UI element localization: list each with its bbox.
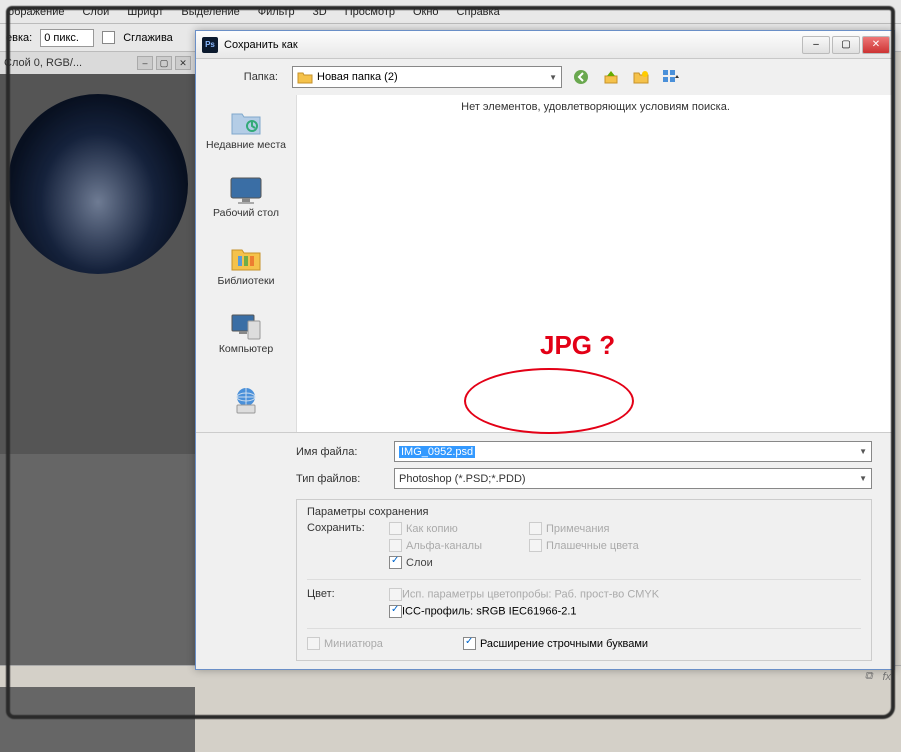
network-icon <box>228 384 264 416</box>
back-button[interactable] <box>570 66 592 88</box>
document-title: Слой 0, RGB/... <box>4 57 82 69</box>
filetype-combo[interactable]: Photoshop (*.PSD;*.PDD) ▼ <box>394 468 872 489</box>
dialog-bottom-panel: Имя файла: IMG_0952.psd ▼ Тип файлов: Ph… <box>196 432 894 669</box>
recent-icon <box>228 106 264 138</box>
libraries-icon <box>228 242 264 274</box>
file-listing[interactable]: Нет элементов, удовлетворяющих условиям … <box>296 95 894 432</box>
color-section-label: Цвет: <box>307 588 377 618</box>
new-folder-button[interactable] <box>630 66 652 88</box>
place-computer[interactable]: Компьютер <box>203 303 289 363</box>
menu-filter[interactable]: Фильтр <box>258 6 295 18</box>
fx-label: fx <box>882 671 891 683</box>
feather-input[interactable] <box>40 29 94 47</box>
antialias-checkbox[interactable] <box>102 31 115 44</box>
menu-bar: ображение Слои Шрифт Выделение Фильтр 3D… <box>0 0 901 24</box>
dialog-maximize-button[interactable]: ▢ <box>832 36 860 54</box>
computer-icon <box>228 310 264 342</box>
photoshop-icon: Ps <box>202 37 218 53</box>
chevron-down-icon: ▼ <box>549 73 557 82</box>
folder-icon <box>297 70 313 84</box>
lowercase-ext-option[interactable]: Расширение строчными буквами <box>463 637 648 650</box>
menu-window[interactable]: Окно <box>413 6 439 18</box>
desktop-icon <box>228 174 264 206</box>
doc-maximize-button[interactable]: ▢ <box>156 56 172 70</box>
filename-value: IMG_0952.psd <box>399 446 475 458</box>
menu-help[interactable]: Справка <box>457 6 500 18</box>
dialog-close-button[interactable]: ✕ <box>862 36 890 54</box>
filename-label: Имя файла: <box>296 446 386 458</box>
doc-close-button[interactable]: ✕ <box>175 56 191 70</box>
doc-minimize-button[interactable]: ‒ <box>137 56 153 70</box>
dialog-titlebar[interactable]: Ps Сохранить как ‒ ▢ ✕ <box>196 31 894 59</box>
save-section-label: Сохранить: <box>307 522 377 569</box>
place-recent[interactable]: Недавние места <box>203 99 289 159</box>
document-canvas[interactable] <box>0 74 195 454</box>
menu-layers[interactable]: Слои <box>82 6 109 18</box>
thumbnail-option: Миниатюра <box>307 637 383 650</box>
save-options-heading: Параметры сохранения <box>307 506 861 518</box>
as-copy-option: Как копию <box>389 522 509 535</box>
view-menu-button[interactable] <box>660 66 682 88</box>
place-network[interactable] <box>203 371 289 431</box>
proof-option: Исп. параметры цветопробы: Раб. прост-во… <box>389 588 659 601</box>
layers-option[interactable]: Слои <box>389 556 509 569</box>
place-desktop[interactable]: Рабочий стол <box>203 167 289 227</box>
menu-view[interactable]: Просмотр <box>345 6 395 18</box>
menu-image[interactable]: ображение <box>8 6 64 18</box>
save-options-group: Параметры сохранения Сохранить: Как копи… <box>296 499 872 661</box>
feather-label: евка: <box>6 32 32 44</box>
place-libraries[interactable]: Библиотеки <box>203 235 289 295</box>
dialog-minimize-button[interactable]: ‒ <box>802 36 830 54</box>
menu-3d[interactable]: 3D <box>313 6 327 18</box>
alpha-option: Альфа-каналы <box>389 539 509 552</box>
document-titlebar: Слой 0, RGB/... ‒ ▢ ✕ <box>0 52 195 74</box>
filetype-value: Photoshop (*.PSD;*.PDD) <box>399 473 526 485</box>
icc-option[interactable]: ICC-профиль: sRGB IEC61966-2.1 <box>389 605 659 618</box>
dialog-toolbar: Папка: Новая папка (2) ▼ <box>196 59 894 95</box>
filename-combo[interactable]: IMG_0952.psd ▼ <box>394 441 872 462</box>
menu-type[interactable]: Шрифт <box>127 6 163 18</box>
dialog-title: Сохранить как <box>224 39 298 51</box>
antialias-label: Сглажива <box>123 32 173 44</box>
annotation-text: JPG ? <box>540 330 615 361</box>
up-button[interactable] <box>600 66 622 88</box>
document-window: Слой 0, RGB/... ‒ ▢ ✕ <box>0 52 195 454</box>
link-icon: ⧉ <box>865 670 873 683</box>
chevron-down-icon: ▼ <box>859 474 867 483</box>
folder-combo[interactable]: Новая папка (2) ▼ <box>292 66 562 88</box>
places-bar: Недавние места Рабочий стол Библиотеки К… <box>196 95 296 432</box>
notes-option: Примечания <box>529 522 649 535</box>
image-preview-fisheye <box>8 94 188 274</box>
filetype-label: Тип файлов: <box>296 473 386 485</box>
folder-label: Папка: <box>204 71 284 83</box>
spot-option: Плашечные цвета <box>529 539 649 552</box>
empty-message: Нет элементов, удовлетворяющих условиям … <box>461 101 730 113</box>
menu-select[interactable]: Выделение <box>181 6 239 18</box>
folder-name: Новая папка (2) <box>317 71 398 83</box>
chevron-down-icon: ▼ <box>859 447 867 456</box>
